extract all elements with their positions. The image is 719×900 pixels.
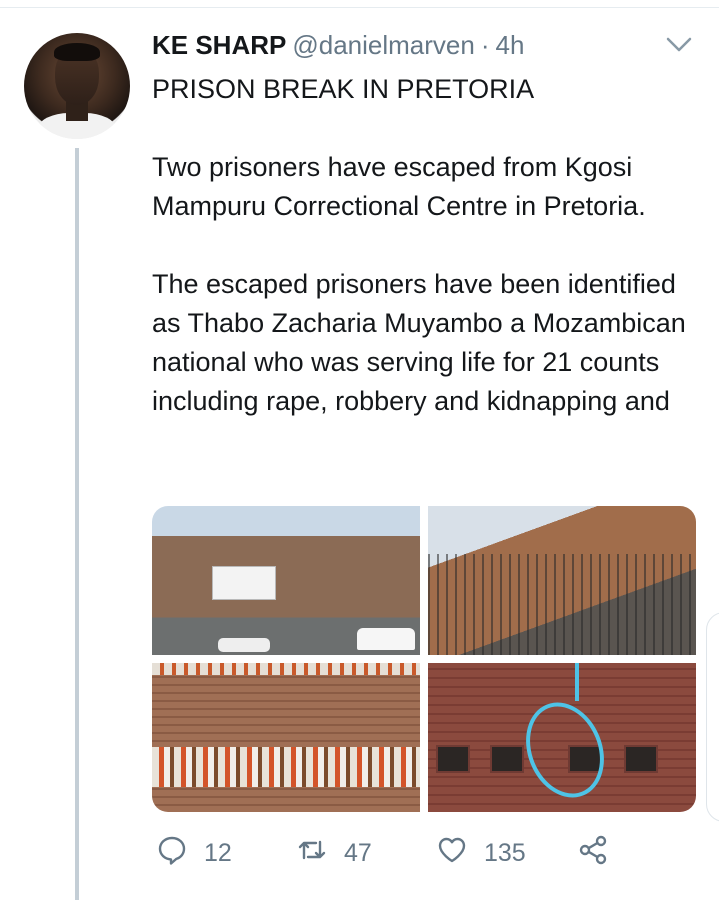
window xyxy=(624,745,658,773)
tweet-time[interactable]: 4h xyxy=(496,30,525,61)
top-divider xyxy=(0,0,719,8)
edge-card xyxy=(706,612,719,822)
user-handle[interactable]: @danielmarven xyxy=(292,30,474,61)
prison-laundry-photo[interactable] xyxy=(152,663,420,812)
display-name[interactable]: KE SHARP xyxy=(152,30,286,61)
van-shape xyxy=(357,628,415,650)
tweet-paragraph-1: Two prisoners have escaped from Kgosi Ma… xyxy=(152,152,646,221)
tweet-header: KE SHARP @danielmarven · 4h xyxy=(152,30,524,64)
retweet-icon xyxy=(296,834,328,873)
user-avatar[interactable] xyxy=(24,33,130,139)
prison-fence-photo[interactable] xyxy=(428,506,696,655)
like-button[interactable]: 135 xyxy=(436,832,526,874)
laundry-row-top xyxy=(152,663,420,675)
building-sign xyxy=(212,566,276,600)
prison-exterior-photo[interactable] xyxy=(152,506,420,655)
thread-line xyxy=(75,148,79,900)
tweet-actions: 12 47 135 xyxy=(152,832,622,874)
laundry-row xyxy=(152,747,420,787)
share-icon xyxy=(577,834,609,873)
reply-button[interactable]: 12 xyxy=(156,832,232,874)
share-button[interactable] xyxy=(577,832,609,874)
highlight-line xyxy=(575,663,579,701)
tweet-paragraph-2: The escaped prisoners have been identifi… xyxy=(152,269,686,416)
fence-pattern xyxy=(428,554,696,655)
retweet-count: 47 xyxy=(344,838,372,867)
reply-count: 12 xyxy=(204,838,232,867)
window xyxy=(490,745,524,773)
heart-icon xyxy=(436,834,468,873)
like-count: 135 xyxy=(484,838,526,867)
media-grid xyxy=(152,506,696,812)
tweet-text: PRISON BREAK IN PRETORIA Two prisoners h… xyxy=(152,70,707,421)
reply-icon xyxy=(156,834,188,873)
separator-dot: · xyxy=(480,30,490,60)
highlight-circle xyxy=(512,690,618,810)
car-shape xyxy=(218,638,270,652)
window xyxy=(436,745,470,773)
chevron-down-icon[interactable] xyxy=(664,32,694,56)
retweet-button[interactable]: 47 xyxy=(296,832,372,874)
prison-window-marked-photo[interactable] xyxy=(428,663,696,812)
avatar-hair xyxy=(54,43,100,61)
tweet-headline: PRISON BREAK IN PRETORIA xyxy=(152,74,535,104)
